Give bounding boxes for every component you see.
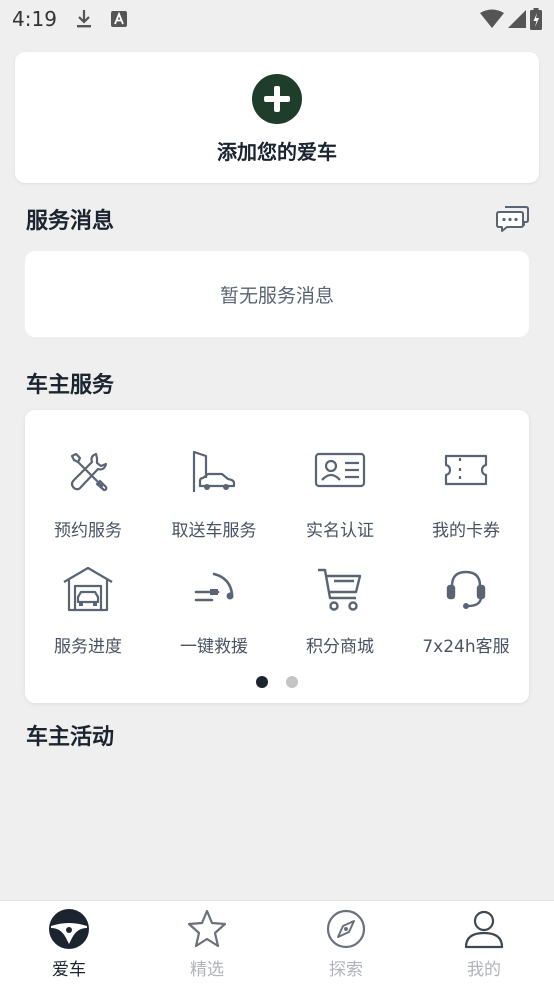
- service-label: 取送车服务: [171, 521, 257, 541]
- tab-label: 探索: [329, 960, 363, 980]
- service-messages-card: 暂无服务消息: [25, 251, 529, 337]
- cellular-signal-icon: [508, 10, 526, 28]
- add-car-label: 添加您的爱车: [217, 140, 337, 164]
- car-pickup-icon: [192, 450, 236, 492]
- owner-activities-title: 车主活动: [26, 725, 115, 750]
- tab-mine[interactable]: 我的: [415, 901, 553, 985]
- page-indicator-dot-active[interactable]: [256, 676, 268, 688]
- owner-services-card: 预约服务 取送车服务 实名认证 我的卡券 服务进度 一键救援 积分商城 7x24…: [25, 410, 529, 703]
- status-time: 4:19: [12, 7, 57, 31]
- message-center-icon[interactable]: [496, 204, 530, 234]
- service-label: 实名认证: [306, 521, 374, 541]
- service-pickup-delivery[interactable]: 取送车服务: [151, 450, 277, 541]
- headset-icon: [446, 570, 486, 609]
- service-label: 服务进度: [54, 637, 122, 657]
- add-car-plus-icon[interactable]: [252, 74, 302, 124]
- service-messages-title: 服务消息: [26, 209, 115, 234]
- service-progress[interactable]: 服务进度: [25, 566, 151, 657]
- compass-icon: [326, 909, 366, 949]
- id-card-icon: [314, 452, 366, 488]
- tab-explore[interactable]: 探索: [277, 901, 415, 985]
- tab-my-car[interactable]: 爱车: [0, 901, 138, 985]
- battery-icon: [530, 8, 542, 30]
- service-rescue[interactable]: 一键救援: [151, 566, 277, 657]
- tab-featured[interactable]: 精选: [138, 901, 276, 985]
- person-icon: [464, 910, 504, 949]
- service-real-name-auth[interactable]: 实名认证: [277, 450, 403, 541]
- service-label: 7x24h客服: [422, 637, 510, 657]
- bottom-tab-bar: 爱车 精选 探索 我的: [0, 900, 554, 985]
- text-app-icon: [110, 11, 127, 27]
- add-car-card[interactable]: 添加您的爱车: [15, 52, 539, 183]
- service-label: 我的卡券: [432, 521, 500, 541]
- no-messages-text: 暂无服务消息: [219, 284, 334, 307]
- service-booking[interactable]: 预约服务: [25, 450, 151, 541]
- service-label: 一键救援: [180, 637, 248, 657]
- service-label: 积分商城: [306, 637, 374, 657]
- service-my-coupons[interactable]: 我的卡券: [403, 450, 529, 541]
- status-bar: 4:19: [0, 0, 554, 38]
- tab-label: 我的: [467, 960, 501, 980]
- shopping-cart-icon: [318, 568, 362, 611]
- ticket-icon: [444, 454, 488, 486]
- tow-hook-icon: [194, 572, 234, 602]
- service-label: 预约服务: [54, 521, 122, 541]
- wrench-screwdriver-icon: [70, 452, 108, 492]
- star-icon: [187, 909, 227, 948]
- service-points-mall[interactable]: 积分商城: [277, 566, 403, 657]
- download-icon: [76, 10, 91, 28]
- wifi-icon: [480, 9, 504, 28]
- tab-label: 爱车: [52, 960, 86, 980]
- owner-services-title: 车主服务: [26, 373, 115, 398]
- page-indicator-dot[interactable]: [286, 676, 298, 688]
- garage-icon: [63, 566, 113, 612]
- service-customer-support[interactable]: 7x24h客服: [403, 566, 529, 657]
- tab-label: 精选: [190, 960, 224, 980]
- steering-wheel-icon: [49, 909, 89, 949]
